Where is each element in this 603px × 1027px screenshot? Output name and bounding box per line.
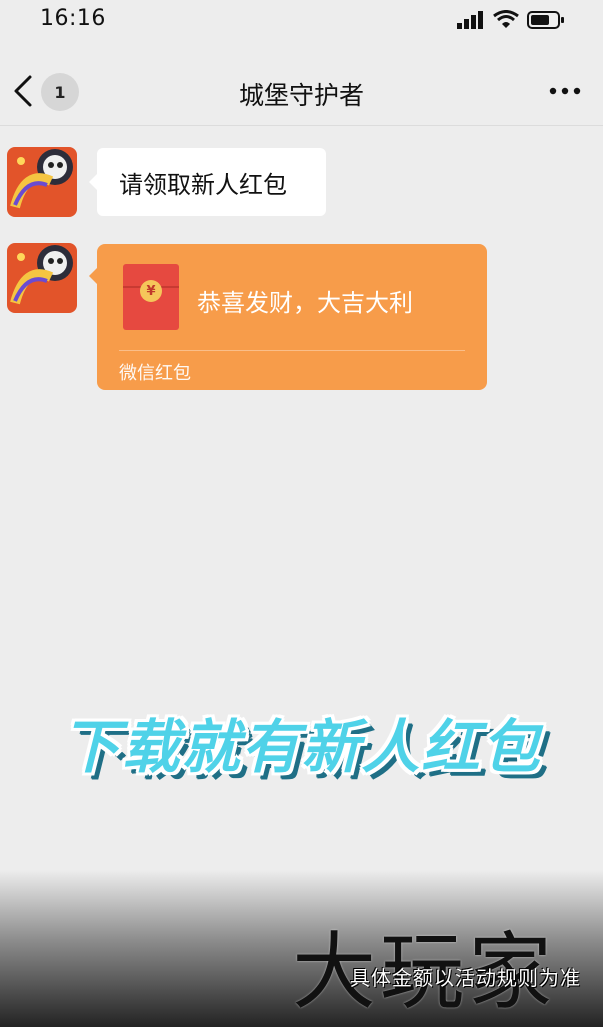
battery-icon <box>527 11 564 29</box>
status-icons <box>457 10 565 30</box>
red-packet-message[interactable]: ¥ 恭喜发财，大吉大利 微信红包 <box>89 244 487 390</box>
red-packet-label: 微信红包 <box>119 363 191 384</box>
sender-avatar[interactable] <box>7 147 77 217</box>
status-time: 16:16 <box>40 6 106 31</box>
signal-icon <box>457 11 483 29</box>
yuan-coin-icon: ¥ <box>140 280 162 302</box>
red-packet-greeting: 恭喜发财，大吉大利 <box>197 289 413 317</box>
status-bar: 16:16 <box>0 0 603 40</box>
message-bubble-text[interactable]: 请领取新人红包 <box>89 148 326 216</box>
wifi-icon <box>493 10 519 28</box>
red-packet-divider <box>119 350 465 351</box>
message-text: 请领取新人红包 <box>119 170 287 199</box>
chat-header: 1 城堡守护者 <box>0 56 603 126</box>
chat-title: 城堡守护者 <box>238 81 364 110</box>
disclaimer-text: 具体金额以活动规则为准 <box>350 966 581 990</box>
header-divider <box>0 125 603 126</box>
red-envelope-icon: ¥ <box>123 264 179 330</box>
more-dots-icon[interactable] <box>549 82 581 100</box>
sender-avatar[interactable] <box>7 243 77 313</box>
promo-banner-text: 下载就有新人红包 <box>61 713 542 781</box>
